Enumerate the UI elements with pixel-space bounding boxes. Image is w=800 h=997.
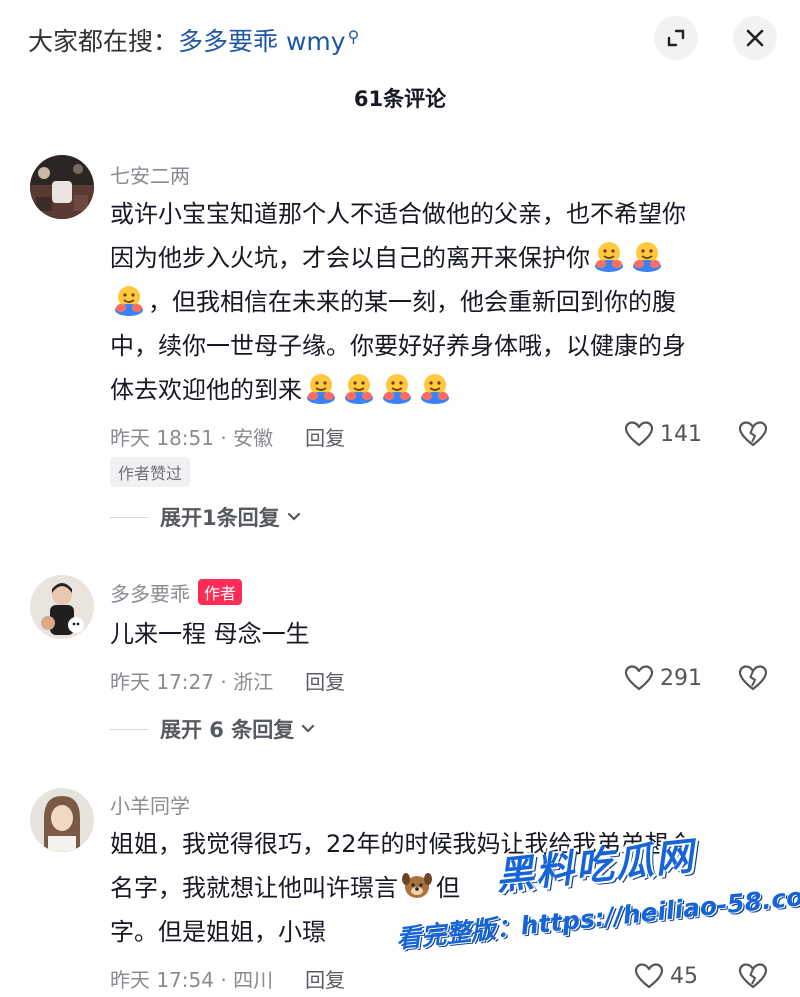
reply-button[interactable]: 回复	[305, 426, 345, 450]
comment-meta: 昨天 17:54 · 四川 回复	[110, 964, 345, 993]
comment-text: 或许小宝宝知道那个人不适合做他的父亲，也不希望你 因为他步入火坑，才会以自己的离…	[110, 192, 760, 412]
heart-icon	[634, 963, 664, 989]
corner-expand-icon	[667, 29, 685, 47]
comment-time-location: 昨天 17:27 · 浙江	[110, 670, 274, 694]
comment-line: 字。但是姐姐，小璟	[110, 918, 326, 946]
comment-time-location: 昨天 17:54 · 四川	[110, 968, 274, 992]
dislike-button[interactable]	[738, 664, 768, 696]
expand-replies-button[interactable]: 展开 6 条回复	[110, 714, 318, 744]
comment-line: 或许小宝宝知道那个人不适合做他的父亲，也不希望你	[110, 200, 686, 228]
heart-icon	[624, 421, 654, 447]
comment-line: 体去欢迎他的到来	[110, 368, 760, 412]
comment-username[interactable]: 小羊同学	[110, 790, 190, 819]
avatar[interactable]	[30, 788, 94, 852]
like-count: 45	[670, 963, 698, 989]
chevron-down-icon	[302, 724, 315, 733]
hug-emoji-icon	[595, 242, 623, 272]
comment-meta: 昨天 18:51 · 安徽 回复	[110, 422, 345, 451]
close-button[interactable]	[733, 16, 777, 60]
expand-replies-label: 展开 6 条回复	[160, 718, 295, 742]
hug-emoji-icon	[345, 374, 373, 404]
avatar[interactable]	[30, 155, 94, 219]
dislike-button[interactable]	[738, 420, 768, 452]
comment-meta: 昨天 17:27 · 浙江 回复	[110, 666, 345, 695]
like-button[interactable]: 45	[634, 962, 698, 990]
expand-replies-label: 展开1条回复	[160, 506, 280, 530]
search-suggestion[interactable]: 大家都在搜：多多要乖 wmy ⚲	[28, 22, 359, 58]
heart-icon	[624, 665, 654, 691]
broken-heart-icon	[738, 665, 768, 691]
comment-text: 姐姐，我觉得很巧，22年的时候我妈让我给我弟弟想个 名字，我就想让他叫许璟言但 …	[110, 822, 760, 954]
hug-emoji-icon	[633, 242, 661, 272]
like-button[interactable]: 141	[624, 420, 702, 448]
author-liked-badge: 作者赞过	[110, 457, 191, 487]
close-icon	[746, 29, 764, 47]
dislike-button[interactable]	[738, 962, 768, 994]
hug-emoji-icon	[307, 374, 335, 404]
magnifier-icon: ⚲	[347, 27, 360, 46]
hug-emoji-icon	[115, 286, 143, 316]
broken-heart-icon	[738, 963, 768, 989]
comment-time-location: 昨天 18:51 · 安徽	[110, 426, 274, 450]
avatar[interactable]	[30, 575, 94, 639]
comment-line: ，但我相信在未来的某一刻，他会重新回到你的腹	[110, 280, 760, 324]
divider-line	[110, 516, 148, 518]
like-button[interactable]: 291	[624, 664, 702, 692]
divider-line	[110, 728, 148, 730]
comment-text: 儿来一程 母念一生	[110, 620, 310, 648]
username-text[interactable]: 多多要乖	[110, 582, 190, 606]
comment-username: 多多要乖 作者	[110, 578, 243, 607]
hug-emoji-icon	[421, 374, 449, 404]
dog-emoji-icon	[402, 873, 432, 898]
hug-emoji-icon	[383, 374, 411, 404]
chevron-down-icon	[287, 512, 300, 521]
author-tag: 作者	[198, 579, 243, 605]
reply-button[interactable]: 回复	[305, 670, 345, 694]
broken-heart-icon	[738, 421, 768, 447]
search-keyword[interactable]: 多多要乖 wmy	[178, 27, 346, 56]
top-bar: 大家都在搜：多多要乖 wmy ⚲	[0, 0, 800, 80]
comment-line: 姐姐，我觉得很巧，22年的时候我妈让我给我弟弟想个	[110, 830, 693, 858]
search-prefix: 大家都在搜：	[28, 27, 179, 56]
comment-line: 名字，我就想让他叫许璟言但	[110, 866, 760, 910]
comment-username[interactable]: 七安二两	[110, 160, 190, 189]
comment-count-title: 61条评论	[353, 87, 447, 111]
like-count: 141	[660, 421, 702, 447]
like-count: 291	[660, 665, 702, 691]
comment-line: 因为他步入火坑，才会以自己的离开来保护你	[110, 236, 760, 280]
expand-button[interactable]	[654, 16, 698, 60]
expand-replies-button[interactable]: 展开1条回复	[110, 502, 304, 532]
comment-line: 中，续你一世母子缘。你要好好养身体哦，以健康的身	[110, 332, 686, 360]
reply-button[interactable]: 回复	[305, 968, 345, 992]
